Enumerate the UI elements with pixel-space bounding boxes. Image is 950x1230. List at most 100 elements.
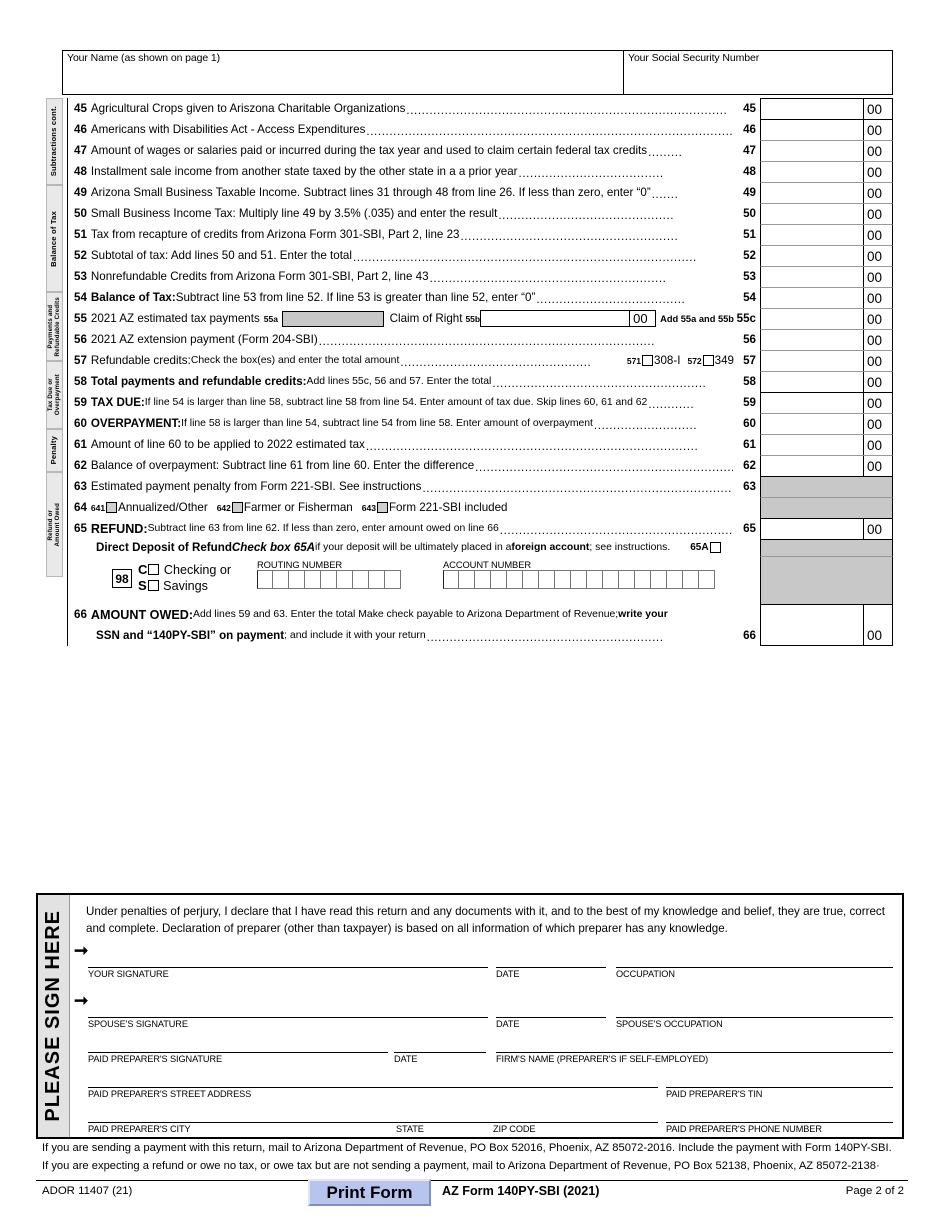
account-digit-cell[interactable] — [475, 570, 491, 589]
account-digit-cell[interactable] — [539, 570, 555, 589]
line-54-amount-input[interactable] — [761, 288, 863, 308]
account-number-input[interactable] — [443, 570, 715, 589]
account-digit-cell[interactable] — [491, 570, 507, 589]
line-59-amount-input[interactable] — [761, 393, 863, 413]
line-59-amount[interactable]: 00 — [760, 392, 893, 413]
line-56-amount[interactable]: 00 — [760, 329, 893, 350]
line-60-amount[interactable]: 00 — [760, 413, 893, 434]
line-56-amount-input[interactable] — [761, 330, 863, 350]
account-digit-cell[interactable] — [619, 570, 635, 589]
line-55b-amount[interactable]: 00 — [480, 310, 657, 327]
your-signature-line[interactable] — [88, 967, 488, 968]
routing-digit-cell[interactable] — [385, 570, 401, 589]
routing-digit-cell[interactable] — [369, 570, 385, 589]
account-digit-cell[interactable] — [555, 570, 571, 589]
line-49-amount[interactable]: 00 — [760, 182, 893, 203]
date2-line[interactable] — [496, 1017, 606, 1018]
line-643-checkbox[interactable] — [376, 502, 388, 513]
line-65a-checkbox[interactable] — [709, 542, 721, 553]
preparer-city-line[interactable] — [88, 1122, 658, 1123]
print-form-button[interactable]: Print Form — [308, 1179, 431, 1206]
line-61-amount[interactable]: 00 — [760, 434, 893, 455]
line-48-amount[interactable]: 00 — [760, 161, 893, 182]
line-54-amount[interactable]: 00 — [760, 287, 893, 308]
line-62-amount[interactable]: 00 — [760, 455, 893, 476]
line-46-amount[interactable]: 00 — [760, 119, 893, 140]
account-digit-cell[interactable] — [571, 570, 587, 589]
line-55b-input[interactable] — [481, 311, 629, 326]
line-61-amount-input[interactable] — [761, 435, 863, 455]
account-digit-cell[interactable] — [587, 570, 603, 589]
routing-digit-cell[interactable] — [273, 570, 289, 589]
line-57-amount-input[interactable] — [761, 351, 863, 371]
line-66-amount-input[interactable] — [761, 605, 863, 625]
routing-digit-cell[interactable] — [289, 570, 305, 589]
line-47-amount-input[interactable] — [761, 141, 863, 161]
line-55c-amount[interactable]: 00 — [760, 308, 893, 329]
line-572-checkbox[interactable] — [702, 355, 714, 366]
line-45-amount[interactable]: 00 — [760, 98, 893, 119]
line-50-amount[interactable]: 00 — [760, 203, 893, 224]
date1-line[interactable] — [496, 967, 606, 968]
line-641-checkbox[interactable] — [106, 502, 118, 513]
preparer-phone-line[interactable] — [666, 1122, 893, 1123]
account-digit-cell[interactable] — [683, 570, 699, 589]
preparer-address-line[interactable] — [88, 1087, 658, 1088]
ssn-field[interactable]: Your Social Security Number — [624, 50, 893, 95]
line-51-amount[interactable]: 00 — [760, 224, 893, 245]
spouse-signature-line[interactable] — [88, 1017, 488, 1018]
line-46-amount-input[interactable] — [761, 120, 863, 140]
line-48-amount-input[interactable] — [761, 162, 863, 182]
occupation-line[interactable] — [616, 967, 893, 968]
account-digit-cell[interactable] — [443, 570, 459, 589]
line-58-amount-input[interactable] — [761, 372, 863, 392]
line-49-amount-input[interactable] — [761, 183, 863, 203]
line-65-amount-input[interactable] — [761, 519, 863, 539]
line-57-amount[interactable]: 00 — [760, 350, 893, 371]
account-digit-cell[interactable] — [699, 570, 715, 589]
account-digit-cell[interactable] — [507, 570, 523, 589]
line-571-checkbox[interactable] — [642, 355, 654, 366]
line-55c-amount-input[interactable] — [761, 309, 863, 329]
line-66-amount-bottom[interactable]: 00 — [760, 625, 893, 646]
preparer-signature-line[interactable] — [88, 1052, 388, 1053]
preparer-tin-line[interactable] — [666, 1087, 893, 1088]
account-digit-cell[interactable] — [635, 570, 651, 589]
line-52-amount-input[interactable] — [761, 246, 863, 266]
savings-checkbox[interactable] — [147, 580, 159, 591]
line-642-checkbox[interactable] — [231, 502, 243, 513]
savings-option[interactable]: S Savings — [138, 578, 231, 594]
line-62-amount-input[interactable] — [761, 456, 863, 476]
routing-digit-cell[interactable] — [305, 570, 321, 589]
routing-number-input[interactable] — [257, 570, 401, 589]
line-66-amount-top[interactable] — [760, 604, 893, 625]
line-50-amount-input[interactable] — [761, 204, 863, 224]
account-digit-cell[interactable] — [459, 570, 475, 589]
line-60-amount-input[interactable] — [761, 414, 863, 434]
account-digit-cell[interactable] — [523, 570, 539, 589]
firm-name-line[interactable] — [496, 1052, 893, 1053]
line-66-amount-input2[interactable] — [761, 625, 863, 645]
routing-digit-cell[interactable] — [321, 570, 337, 589]
account-digit-cell[interactable] — [667, 570, 683, 589]
line-55a-input[interactable] — [281, 310, 384, 327]
line-53-amount[interactable]: 00 — [760, 266, 893, 287]
line-45-amount-input[interactable] — [761, 99, 863, 119]
checking-checkbox[interactable] — [148, 564, 160, 575]
line-58-amount[interactable]: 00 — [760, 371, 893, 392]
routing-digit-cell[interactable] — [353, 570, 369, 589]
routing-digit-cell[interactable] — [337, 570, 353, 589]
line-65-amount[interactable]: 00 — [760, 518, 893, 539]
line-55c-right-number: 55c — [736, 312, 756, 325]
account-digit-cell[interactable] — [603, 570, 619, 589]
checking-option[interactable]: C Checking or — [138, 562, 231, 578]
spouse-occupation-line[interactable] — [616, 1017, 893, 1018]
date3-line[interactable] — [394, 1052, 486, 1053]
line-51-amount-input[interactable] — [761, 225, 863, 245]
line-53-amount-input[interactable] — [761, 267, 863, 287]
name-field[interactable]: Your Name (as shown on page 1) — [62, 50, 624, 95]
routing-digit-cell[interactable] — [257, 570, 273, 589]
account-digit-cell[interactable] — [651, 570, 667, 589]
line-52-amount[interactable]: 00 — [760, 245, 893, 266]
line-47-amount[interactable]: 00 — [760, 140, 893, 161]
